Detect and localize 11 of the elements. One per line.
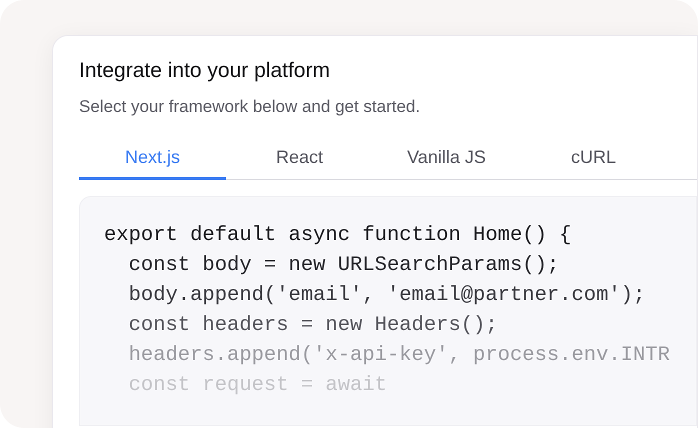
framework-tab[interactable]: Next.js bbox=[79, 138, 226, 180]
code-line: const body = new URLSearchParams(); bbox=[128, 253, 560, 279]
framework-tab[interactable]: cURL bbox=[520, 138, 667, 180]
card-title: Integrate into your platform bbox=[79, 58, 330, 84]
framework-tab[interactable]: Vanilla JS bbox=[373, 138, 520, 180]
card-subtitle: Select your framework below and get started. bbox=[79, 96, 420, 118]
code-line: headers.append('x-api-key', process.env.INTR bbox=[128, 343, 670, 369]
code-line: const headers = new Headers(); bbox=[128, 313, 498, 339]
code-line: export default async function Home() { bbox=[104, 223, 572, 249]
code-line: body.append('email', 'email@partner.com'); bbox=[128, 283, 646, 309]
framework-tab[interactable]: React bbox=[226, 138, 373, 180]
